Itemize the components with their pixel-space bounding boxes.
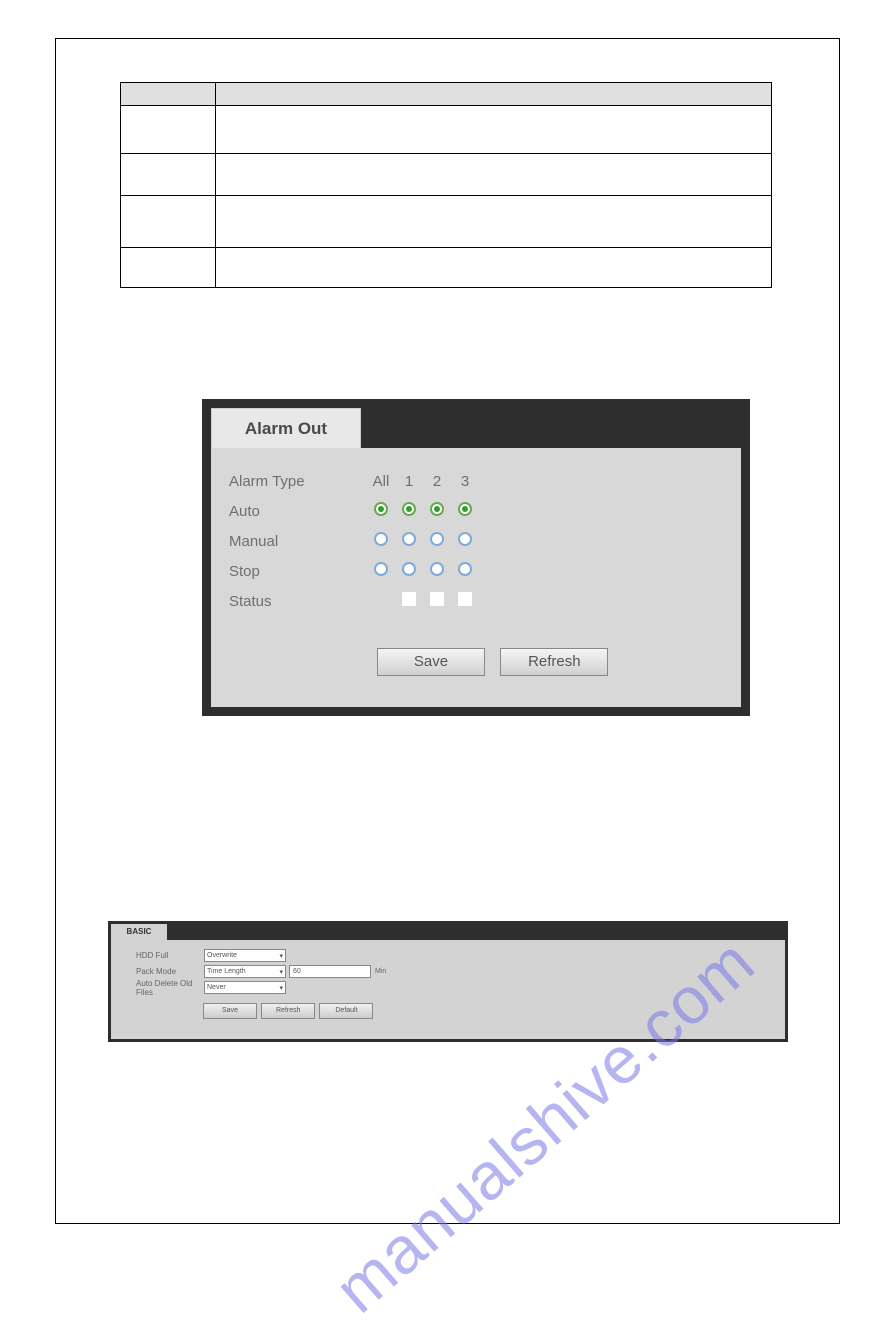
tab-strip bbox=[361, 408, 741, 448]
chevron-down-icon: ▾ bbox=[279, 952, 283, 960]
basic-panel: BASIC HDD Full Overwrite ▾ Pack Mode Tim… bbox=[108, 921, 788, 1042]
tab-alarm-out[interactable]: Alarm Out bbox=[211, 408, 361, 448]
radio-auto-3[interactable] bbox=[458, 502, 472, 516]
tab-label: Alarm Out bbox=[245, 419, 327, 439]
auto-delete-select[interactable]: Never ▾ bbox=[204, 981, 286, 994]
row-auto-label: Auto bbox=[229, 503, 367, 520]
tab-label: BASIC bbox=[127, 927, 152, 936]
col-header: 2 bbox=[423, 473, 451, 490]
radio-manual-all[interactable] bbox=[374, 532, 388, 546]
table-header bbox=[216, 83, 772, 106]
radio-manual-2[interactable] bbox=[430, 532, 444, 546]
chevron-down-icon: ▾ bbox=[279, 984, 283, 992]
hdd-full-select[interactable]: Overwrite ▾ bbox=[204, 949, 286, 962]
parameter-table bbox=[120, 82, 772, 288]
col-header: All bbox=[367, 473, 395, 490]
pack-mode-label: Pack Mode bbox=[136, 967, 204, 976]
table-cell bbox=[216, 154, 772, 196]
refresh-button[interactable]: Refresh bbox=[500, 648, 608, 676]
radio-stop-all[interactable] bbox=[374, 562, 388, 576]
basic-content: HDD Full Overwrite ▾ Pack Mode Time Leng… bbox=[111, 940, 785, 1039]
radio-auto-1[interactable] bbox=[402, 502, 416, 516]
col-header: 1 bbox=[395, 473, 423, 490]
alarm-out-panel: Alarm Out Alarm Type All 1 2 3 Auto Manu… bbox=[202, 399, 750, 716]
radio-auto-all[interactable] bbox=[374, 502, 388, 516]
select-value: Time Length bbox=[207, 968, 246, 975]
table-cell bbox=[121, 154, 216, 196]
row-manual-label: Manual bbox=[229, 533, 367, 550]
refresh-button[interactable]: Refresh bbox=[261, 1003, 315, 1019]
radio-manual-1[interactable] bbox=[402, 532, 416, 546]
radio-auto-2[interactable] bbox=[430, 502, 444, 516]
basic-tab-strip bbox=[167, 924, 785, 940]
table-cell bbox=[121, 248, 216, 288]
save-button[interactable]: Save bbox=[203, 1003, 257, 1019]
input-value: 60 bbox=[293, 968, 301, 975]
table-header bbox=[121, 83, 216, 106]
row-stop-label: Stop bbox=[229, 563, 367, 580]
unit-label: Min bbox=[375, 968, 386, 975]
select-value: Never bbox=[207, 984, 226, 991]
alarm-type-label: Alarm Type bbox=[229, 473, 367, 490]
radio-stop-3[interactable] bbox=[458, 562, 472, 576]
radio-stop-1[interactable] bbox=[402, 562, 416, 576]
table-cell bbox=[121, 106, 216, 154]
radio-manual-3[interactable] bbox=[458, 532, 472, 546]
pack-mode-input[interactable]: 60 bbox=[289, 965, 371, 978]
checkbox-status-3[interactable] bbox=[458, 592, 472, 606]
col-header: 3 bbox=[451, 473, 479, 490]
radio-stop-2[interactable] bbox=[430, 562, 444, 576]
table-cell bbox=[216, 106, 772, 154]
tab-basic[interactable]: BASIC bbox=[111, 924, 167, 940]
table-cell bbox=[121, 196, 216, 248]
save-button[interactable]: Save bbox=[377, 648, 485, 676]
select-value: Overwrite bbox=[207, 952, 237, 959]
table-cell bbox=[216, 248, 772, 288]
chevron-down-icon: ▾ bbox=[279, 968, 283, 976]
pack-mode-select[interactable]: Time Length ▾ bbox=[204, 965, 286, 978]
alarm-out-content: Alarm Type All 1 2 3 Auto Manual bbox=[211, 448, 741, 707]
checkbox-status-2[interactable] bbox=[430, 592, 444, 606]
table-cell bbox=[216, 196, 772, 248]
auto-delete-label: Auto Delete Old Files bbox=[136, 979, 204, 997]
checkbox-status-1[interactable] bbox=[402, 592, 416, 606]
hdd-full-label: HDD Full bbox=[136, 951, 204, 960]
default-button[interactable]: Default bbox=[319, 1003, 373, 1019]
row-status-label: Status bbox=[229, 593, 367, 610]
